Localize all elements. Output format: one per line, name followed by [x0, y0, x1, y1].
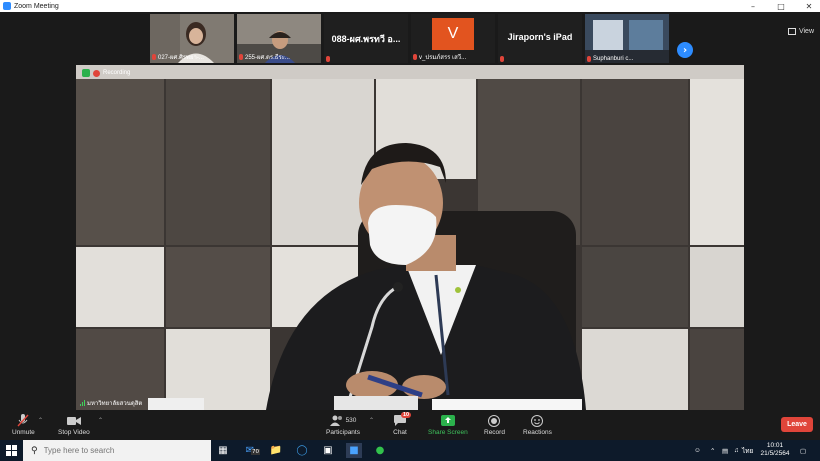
view-button[interactable]: View — [787, 28, 814, 35]
edge-browser-icon[interactable]: ◯ — [294, 443, 310, 458]
participant-name-5: Jiraporn's iPad — [507, 32, 573, 42]
participant-name-3: 088-ผศ.พรทวี อ... — [331, 34, 401, 44]
title-bar: Zoom Meeting – □ ✕ — [0, 0, 820, 12]
participant-thumb-2[interactable]: 255-ผศ.ดร.ธีระ... — [237, 14, 321, 63]
recording-label: Recording — [103, 70, 131, 76]
share-screen-button[interactable]: Share Screen — [428, 414, 468, 436]
muted-mic-icon — [326, 56, 330, 62]
signal-bars-icon — [80, 400, 85, 406]
participant-label-6: Suphanburi c... — [587, 56, 633, 62]
show-hidden-icons-caret[interactable]: ⌃ — [710, 440, 715, 461]
share-screen-icon — [440, 414, 456, 427]
meeting-controls: Unmute ⌃ Stop Video ⌃ 530 Participants ⌃… — [0, 411, 820, 440]
input-language[interactable]: ไทย — [742, 440, 753, 461]
task-view-icon[interactable]: ▦ — [215, 443, 231, 458]
network-icon[interactable]: ▤ — [722, 440, 728, 461]
participant-thumb-3[interactable]: 088-ผศ.พรทวี อ... — [324, 14, 408, 63]
unmute-button[interactable]: Unmute — [12, 414, 35, 436]
line-app-icon[interactable]: ● — [372, 443, 388, 458]
participant-thumb-4[interactable]: V v_ปรมภ์สรร เสวี... — [411, 14, 495, 63]
participant-label-3 — [326, 56, 330, 62]
muted-mic-icon — [152, 54, 156, 60]
participant-label-4: v_ปรมภ์สรร เสวี... — [413, 52, 466, 62]
windows-taskbar: ⚲ ▦ ✉70 📁 ◯ ▣ ■ ● ☺ ⌃ ▤ ♫ ไทย 10:01 21/5… — [0, 440, 820, 461]
speaker-name-label: มหาวิทยาลัยสวนดุสิต — [80, 398, 142, 408]
zoom-app-icon — [3, 2, 11, 10]
muted-microphone-icon — [15, 414, 31, 427]
taskbar-search-box[interactable]: ⚲ — [23, 440, 211, 461]
muted-mic-icon — [587, 56, 591, 62]
active-speaker-video: Recording มหาวิทยาลัยสวนดุสิต — [76, 65, 744, 410]
participant-avatar-4: V — [432, 18, 474, 50]
record-icon — [486, 414, 502, 427]
volume-icon[interactable]: ♫ — [734, 440, 739, 461]
gallery-next-page-button[interactable]: › — [677, 42, 693, 58]
video-camera-icon — [66, 414, 82, 427]
reaction-smiley-icon — [529, 414, 545, 427]
speaker-video-frame — [76, 65, 744, 410]
participant-label-5 — [500, 56, 504, 62]
video-options-caret[interactable]: ⌃ — [98, 417, 103, 424]
participants-count: 530 — [345, 417, 357, 424]
grid-view-icon — [787, 28, 796, 35]
taskbar-clock[interactable]: 10:01 21/5/2564 — [757, 442, 793, 458]
participant-thumb-6[interactable]: Suphanburi c... — [585, 14, 669, 63]
audio-options-caret[interactable]: ⌃ — [38, 417, 43, 424]
gallery-strip: 027-ผศ.ศิรพยา-... 255-ผศ.ดร.ธีระ... 088-… — [0, 12, 820, 64]
minimize-button[interactable]: – — [742, 0, 764, 12]
participants-icon — [329, 415, 342, 426]
close-button[interactable]: ✕ — [798, 0, 820, 12]
people-icon[interactable]: ☺ — [694, 440, 701, 461]
encryption-shield-icon — [82, 69, 90, 77]
participant-thumb-1[interactable]: 027-ผศ.ศิรพยา-... — [150, 14, 234, 63]
reactions-button[interactable]: Reactions — [523, 414, 552, 436]
participant-label-2: 255-ผศ.ดร.ธีระ... — [239, 52, 290, 62]
view-label: View — [798, 28, 814, 35]
notifications-icon[interactable]: ▢ — [800, 440, 806, 461]
search-icon: ⚲ — [31, 445, 38, 456]
stop-video-button[interactable]: Stop Video — [58, 414, 90, 436]
mail-badge: 70 — [251, 449, 260, 455]
chevron-right-icon: › — [682, 44, 688, 56]
leave-button[interactable]: Leave — [781, 417, 813, 432]
file-explorer-icon[interactable]: 📁 — [268, 443, 284, 458]
maximize-button[interactable]: □ — [770, 0, 792, 12]
clock-time: 10:01 — [766, 442, 784, 449]
participant-label-1: 027-ผศ.ศิรพยา-... — [152, 52, 204, 62]
muted-mic-icon — [500, 56, 504, 62]
recording-indicator[interactable]: Recording — [82, 69, 130, 77]
recording-dot-icon — [93, 69, 100, 77]
participant-thumb-5[interactable]: Jiraporn's iPad — [498, 14, 582, 63]
zoom-window: Zoom Meeting – □ ✕ 027-ผศ.ศิรพยา-... 255… — [0, 0, 820, 461]
zoom-taskbar-icon[interactable]: ■ — [346, 443, 362, 458]
chat-unread-badge: 10 — [401, 412, 412, 418]
taskbar-search-input[interactable] — [43, 446, 204, 455]
store-icon[interactable]: ▣ — [320, 443, 336, 458]
windows-logo-icon — [5, 445, 17, 456]
clock-date: 21/5/2564 — [760, 450, 790, 457]
window-title: Zoom Meeting — [14, 2, 59, 10]
chat-button[interactable]: 10 Chat — [392, 412, 412, 436]
muted-mic-icon — [413, 54, 417, 60]
participants-options-caret[interactable]: ⌃ — [369, 417, 374, 424]
start-button[interactable] — [0, 440, 22, 461]
record-button[interactable]: Record — [484, 414, 505, 436]
participants-button[interactable]: 530 Participants — [326, 414, 360, 436]
muted-mic-icon — [239, 54, 243, 60]
mail-app-icon[interactable]: ✉ 70 — [242, 443, 260, 458]
